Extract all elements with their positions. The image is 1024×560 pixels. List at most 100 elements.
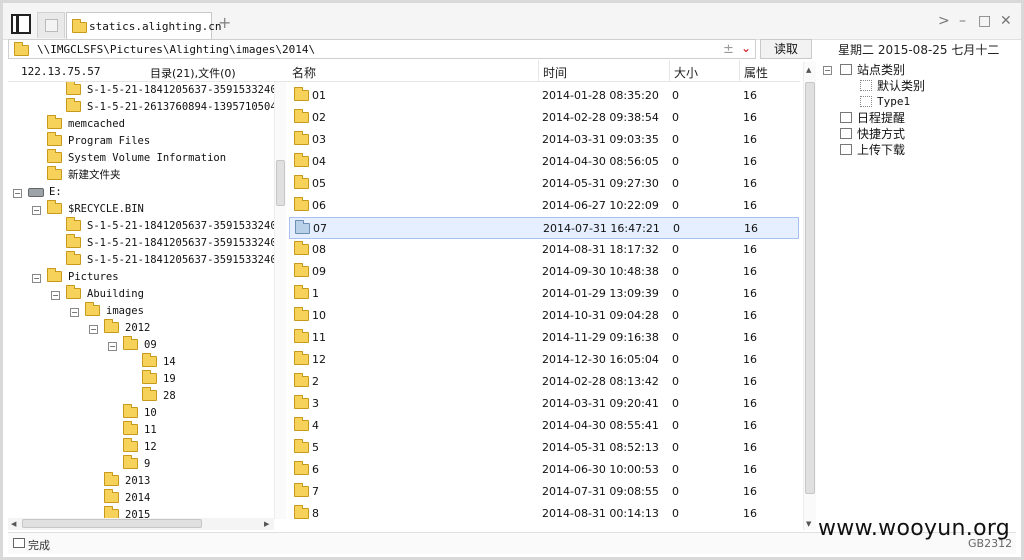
column-separator[interactable] <box>669 60 670 82</box>
tree-item[interactable]: 9 <box>123 454 150 473</box>
file-row[interactable]: 03 2014-03-31 09:03:35 0 16 <box>289 129 799 151</box>
category-default[interactable]: 默认类别 <box>860 78 925 94</box>
tree-item[interactable]: 09 <box>123 335 157 354</box>
tree-item[interactable]: images <box>85 301 144 320</box>
file-row[interactable]: 08 2014-08-31 18:17:32 0 16 <box>289 239 799 261</box>
tree-vertical-scrollbar[interactable] <box>274 82 286 519</box>
schedule-reminder[interactable]: 日程提醒 <box>840 110 905 126</box>
collapse-icon[interactable]: − <box>108 342 117 351</box>
file-row[interactable]: 11 2014-11-29 09:16:38 0 16 <box>289 327 799 349</box>
tree-item[interactable]: 10 <box>123 403 157 422</box>
collapse-icon[interactable]: − <box>32 206 41 215</box>
collapse-icon[interactable]: − <box>32 274 41 283</box>
file-row[interactable]: 12 2014-12-30 16:05:04 0 16 <box>289 349 799 371</box>
tree-item[interactable]: 2015 <box>104 505 150 518</box>
collapse-icon[interactable]: − <box>823 66 832 75</box>
collapse-icon[interactable]: − <box>13 189 22 198</box>
tree-item[interactable]: 2014 <box>104 488 150 507</box>
tree-item[interactable]: 19 <box>142 369 176 388</box>
tree-item[interactable]: memcached <box>47 114 125 133</box>
tree-item[interactable]: 2013 <box>104 471 150 490</box>
file-row[interactable]: 6 2014-06-30 10:00:53 0 16 <box>289 459 799 481</box>
address-bar[interactable]: ± ⌄ <box>8 39 756 59</box>
tree-item[interactable]: E: <box>28 184 62 201</box>
file-time: 2014-01-29 13:09:39 <box>542 287 659 300</box>
file-size: 0 <box>672 353 679 366</box>
file-row[interactable]: 09 2014-09-30 10:48:38 0 16 <box>289 261 799 283</box>
tree-item[interactable]: S-1-5-21-2613760894-1395710504- <box>66 97 274 116</box>
panel-toggle-icon[interactable] <box>11 14 31 34</box>
blank-tab[interactable] <box>37 12 65 38</box>
tree-item[interactable]: S-1-5-21-1841205637-3591533240-! <box>66 250 274 269</box>
tree-item[interactable]: 12 <box>123 437 157 456</box>
tree-item[interactable]: S-1-5-21-1841205637-3591533240-! <box>66 82 274 99</box>
file-row[interactable]: 3 2014-03-31 09:20:41 0 16 <box>289 393 799 415</box>
scroll-up-icon[interactable]: ▲ <box>806 66 811 74</box>
file-size: 0 <box>672 375 679 388</box>
scroll-down-icon[interactable]: ▼ <box>806 520 811 528</box>
tree-vertical-scroll-thumb[interactable] <box>276 160 285 206</box>
column-time[interactable]: 时间 <box>543 64 567 81</box>
collapse-icon[interactable]: − <box>51 291 60 300</box>
file-row[interactable]: 05 2014-05-31 09:27:30 0 16 <box>289 173 799 195</box>
shortcuts[interactable]: 快捷方式 <box>840 126 905 142</box>
new-tab-button[interactable]: + <box>218 13 231 32</box>
category-type1[interactable]: Type1 <box>860 94 910 110</box>
tree-item[interactable]: Abuilding <box>66 284 144 303</box>
forward-icon[interactable]: > <box>938 13 950 29</box>
collapse-icon[interactable]: − <box>89 325 98 334</box>
column-attr[interactable]: 属性 <box>744 64 768 81</box>
column-size[interactable]: 大小 <box>674 64 698 81</box>
tree-item[interactable]: 11 <box>123 420 157 439</box>
tab-active[interactable]: statics.alighting.cn <box>66 12 221 40</box>
tree-item[interactable]: S-1-5-21-1841205637-3591533240-! <box>66 216 274 235</box>
read-button[interactable]: 读取 <box>760 39 812 59</box>
item-counts: 目录(21),文件(0) <box>150 67 236 80</box>
file-row[interactable]: 10 2014-10-31 09:04:28 0 16 <box>289 305 799 327</box>
file-row[interactable]: 5 2014-05-31 08:52:13 0 16 <box>289 437 799 459</box>
file-row[interactable]: 7 2014-07-31 09:08:55 0 16 <box>289 481 799 503</box>
tree-horizontal-scroll-thumb[interactable] <box>22 519 202 528</box>
folder-icon <box>123 403 138 418</box>
collapse-icon[interactable]: − <box>70 308 79 317</box>
category-label: 默认类别 <box>877 79 926 93</box>
favorite-icon[interactable]: ± <box>723 42 734 57</box>
tree-item[interactable]: Pictures <box>47 267 119 286</box>
tree-item[interactable]: S-1-5-21-1841205637-3591533240-! <box>66 233 274 252</box>
chevron-down-icon[interactable]: ⌄ <box>741 41 751 55</box>
tree-item[interactable]: 2012 <box>104 318 150 337</box>
file-attr: 16 <box>743 155 757 168</box>
file-time: 2014-09-30 10:48:38 <box>542 265 659 278</box>
folder-icon <box>294 373 309 387</box>
column-separator[interactable] <box>739 60 740 82</box>
tree-item[interactable]: $RECYCLE.BIN <box>47 199 144 218</box>
column-separator[interactable] <box>538 60 539 82</box>
file-row[interactable]: 02 2014-02-28 09:38:54 0 16 <box>289 107 799 129</box>
file-row[interactable]: 04 2014-04-30 08:56:05 0 16 <box>289 151 799 173</box>
file-list-scroll-thumb[interactable] <box>805 82 815 494</box>
file-row[interactable]: 07 2014-07-31 16:47:21 0 16 <box>289 217 799 239</box>
tree-item[interactable]: Program Files <box>47 131 150 150</box>
file-row[interactable]: 1 2014-01-29 13:09:39 0 16 <box>289 283 799 305</box>
tree-item[interactable]: System Volume Information <box>47 148 226 167</box>
file-row[interactable]: 8 2014-08-31 00:14:13 0 16 <box>289 503 799 525</box>
tree-item[interactable]: 新建文件夹 <box>47 165 121 184</box>
address-input[interactable] <box>37 43 717 56</box>
upload-download[interactable]: 上传下载 <box>840 142 905 158</box>
file-list-header: 名称 时间 大小 属性 <box>288 60 800 82</box>
file-row[interactable]: 01 2014-01-28 08:35:20 0 16 <box>289 85 799 107</box>
minimize-button[interactable]: – <box>959 13 966 29</box>
file-size: 0 <box>672 507 679 520</box>
file-row[interactable]: 4 2014-04-30 08:55:41 0 16 <box>289 415 799 437</box>
tree-item[interactable]: 14 <box>142 352 176 371</box>
close-button[interactable]: ✕ <box>1000 13 1012 29</box>
column-name[interactable]: 名称 <box>292 64 316 81</box>
file-row[interactable]: 06 2014-06-27 10:22:09 0 16 <box>289 195 799 217</box>
scroll-left-icon[interactable]: ◀ <box>11 520 16 528</box>
tree-item[interactable]: 28 <box>142 386 176 405</box>
maximize-button[interactable]: □ <box>978 13 991 29</box>
scroll-right-icon[interactable]: ▶ <box>264 520 269 528</box>
file-row[interactable]: 2 2014-02-28 08:13:42 0 16 <box>289 371 799 393</box>
file-attr: 16 <box>743 419 757 432</box>
category-sites[interactable]: 站点类别 <box>840 62 905 78</box>
